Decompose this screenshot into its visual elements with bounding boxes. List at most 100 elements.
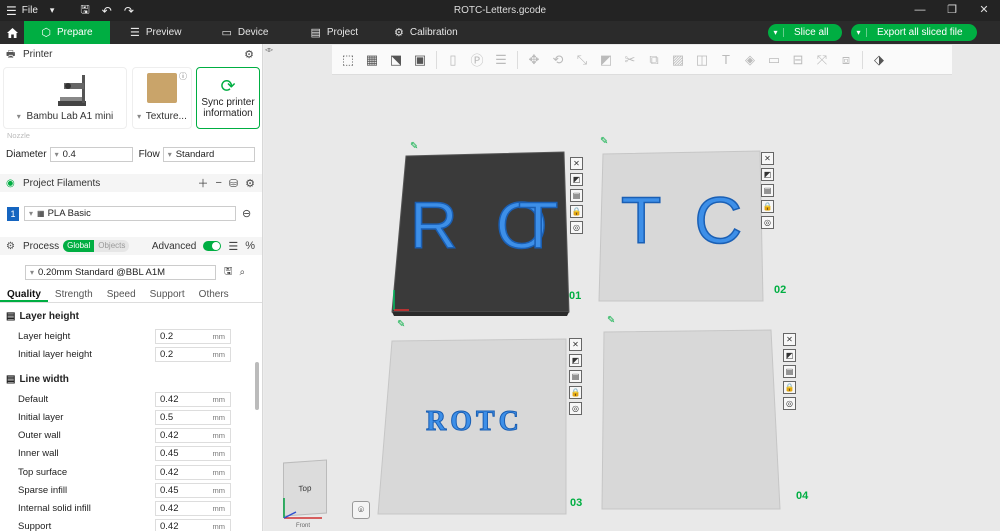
export-all-button[interactable]: ▾ Export all sliced file [851,24,977,41]
plate-settings-icon[interactable]: ◎ [761,216,774,229]
filament-select[interactable]: ▾ ▦ PLA Basic [24,206,236,221]
arrange-plate-icon[interactable]: ▤ [569,370,582,383]
undo-icon[interactable]: ↶ [96,0,118,21]
lock-plate-icon[interactable]: 🔒 [783,381,796,394]
slice-all-button[interactable]: ▾ Slice all [768,24,842,41]
filament-remove-icon[interactable]: ⊖ [242,207,251,220]
plate-01[interactable]: R O T [391,151,570,316]
param-input[interactable]: 0.42 mm [155,464,231,480]
tab-strength[interactable]: Strength [48,287,100,302]
param-input[interactable]: 0.42 mm [155,391,231,407]
advanced-switch[interactable] [203,241,222,251]
plate-settings-icon[interactable]: ◎ [570,221,583,234]
param-input[interactable]: 0.2 mm [155,346,231,362]
window-title: ROTC-Letters.gcode [453,5,547,16]
orient-plate-icon[interactable]: ◩ [783,349,796,362]
delete-plate-icon[interactable]: ✕ [569,338,582,351]
param-value: 0.5 [160,411,174,423]
printer-card[interactable]: ▾ Bambu Lab A1 mini [3,67,127,129]
tab-preview[interactable]: ☰ Preview [116,21,195,44]
tab-project[interactable]: ▤ Project [296,21,372,44]
tab-prepare[interactable]: ⬡ Prepare [24,21,110,44]
arrange-plate-icon[interactable]: ▤ [570,189,583,202]
plate-02[interactable]: T C [598,150,764,302]
param-input[interactable]: 0.5 mm [155,409,231,425]
minimize-icon[interactable]: — [904,0,936,21]
tab-quality[interactable]: Quality [0,287,48,302]
save-preset-icon[interactable]: 🖫 [224,264,233,281]
add-icon[interactable]: ＋ [197,175,208,191]
zoom-fit-button[interactable]: ⌾ [352,501,370,519]
gear-icon[interactable]: ⚙ [245,177,255,190]
orient-plate-icon[interactable]: ◩ [569,354,582,367]
switch-knob [212,242,221,250]
objects-toggle[interactable]: Objects [94,240,130,252]
file-menu[interactable]: ☰ File [0,0,44,21]
param-input[interactable]: 0.42 mm [155,427,231,443]
arrange-plate-icon[interactable]: ▤ [783,365,796,378]
tab-calibration[interactable]: ⚙ Calibration [380,21,472,44]
plate-settings-icon[interactable]: ◎ [783,397,796,410]
param-input[interactable]: 0.2 mm [155,328,231,344]
plate-select[interactable]: ▾ Texture... [133,111,191,122]
lock-plate-icon[interactable]: 🔒 [570,205,583,218]
chevron-down-icon[interactable]: ▾ [768,28,784,37]
param-label: Sparse infill [18,484,68,496]
lock-plate-icon[interactable]: 🔒 [761,200,774,213]
home-icon[interactable] [0,21,24,44]
plate-02-edit-icon[interactable]: ✎ [600,136,608,147]
param-input[interactable]: 0.45 mm [155,482,231,498]
tab-preview-label: Preview [145,27,182,38]
remove-icon[interactable]: − [215,177,221,189]
plate-04-edit-icon[interactable]: ✎ [607,315,615,326]
sync-printer-button[interactable]: ⟳ Sync printer information [196,67,260,129]
plate-settings-icon[interactable]: ◎ [569,402,582,415]
gear-icon[interactable]: ⚙ [244,48,254,61]
param-input[interactable]: 0.42 mm [155,518,231,531]
close-icon[interactable]: ✕ [968,0,1000,21]
redo-icon[interactable]: ↷ [118,0,140,21]
orient-plate-icon[interactable]: ◩ [761,168,774,181]
param-input[interactable]: 0.42 mm [155,500,231,516]
info-icon[interactable]: ⓘ [179,71,187,82]
tab-speed[interactable]: Speed [100,287,143,302]
compare-icon[interactable]: % [245,240,255,252]
global-toggle[interactable]: Global [63,240,95,252]
plate-card[interactable]: ⓘ ▾ Texture... [132,67,192,129]
plate-01-edit-icon[interactable]: ✎ [410,141,418,152]
param-input[interactable]: 0.45 mm [155,445,231,461]
settings-scrollbar[interactable] [255,362,259,410]
save-icon[interactable]: 🖫 [74,0,95,21]
chevron-down-icon: ▾ [54,150,59,159]
filament-sync-icon[interactable]: ⛁ [229,177,238,190]
delete-plate-icon[interactable]: ✕ [761,152,774,165]
orient-plate-icon[interactable]: ◩ [570,173,583,186]
plate-03[interactable]: ROTC [377,338,567,515]
printer-image [58,75,86,106]
arrange-plate-icon[interactable]: ▤ [761,184,774,197]
plate-04[interactable] [601,329,781,510]
plate-03-edit-icon[interactable]: ✎ [397,319,405,330]
nozzle-label: Nozzle [7,131,30,140]
diameter-select[interactable]: ▾ 0.4 [49,147,133,162]
filament-type-icon: ▦ [37,209,45,218]
lock-plate-icon[interactable]: 🔒 [569,386,582,399]
delete-plate-icon[interactable]: ✕ [783,333,796,346]
printer-select[interactable]: ▾ Bambu Lab A1 mini [4,111,126,122]
filament-index: 1 [7,206,19,221]
tab-device[interactable]: ▭ Device [207,21,282,44]
plate-01-letter-extra: T [518,188,558,262]
flow-select[interactable]: ▾ Standard [162,147,255,162]
restore-icon[interactable]: ❐ [936,0,968,21]
chevron-down-icon[interactable]: ▾ [44,0,61,21]
3d-canvas[interactable]: ◃▹ ⬚ ▦ ⬔ ▣ ▯ Ⓟ ☰ ✥ ⟲ ⤡ ◩ ✂ ⧉ ▨ ◫ T ◈ ▭ ⊟… [264,44,1000,531]
list-icon[interactable]: ☰ [228,240,238,253]
tab-others[interactable]: Others [192,287,236,302]
layers-icon: ☰ [130,27,140,39]
preset-select[interactable]: ▾ 0.20mm Standard @BBL A1M [25,265,216,280]
chevron-down-icon[interactable]: ▾ [851,28,867,37]
search-icon[interactable]: ⌕ [240,267,246,278]
plate-04-tools: ✕ ◩ ▤ 🔒 ◎ [783,333,796,410]
tab-support[interactable]: Support [143,287,192,302]
delete-plate-icon[interactable]: ✕ [570,157,583,170]
